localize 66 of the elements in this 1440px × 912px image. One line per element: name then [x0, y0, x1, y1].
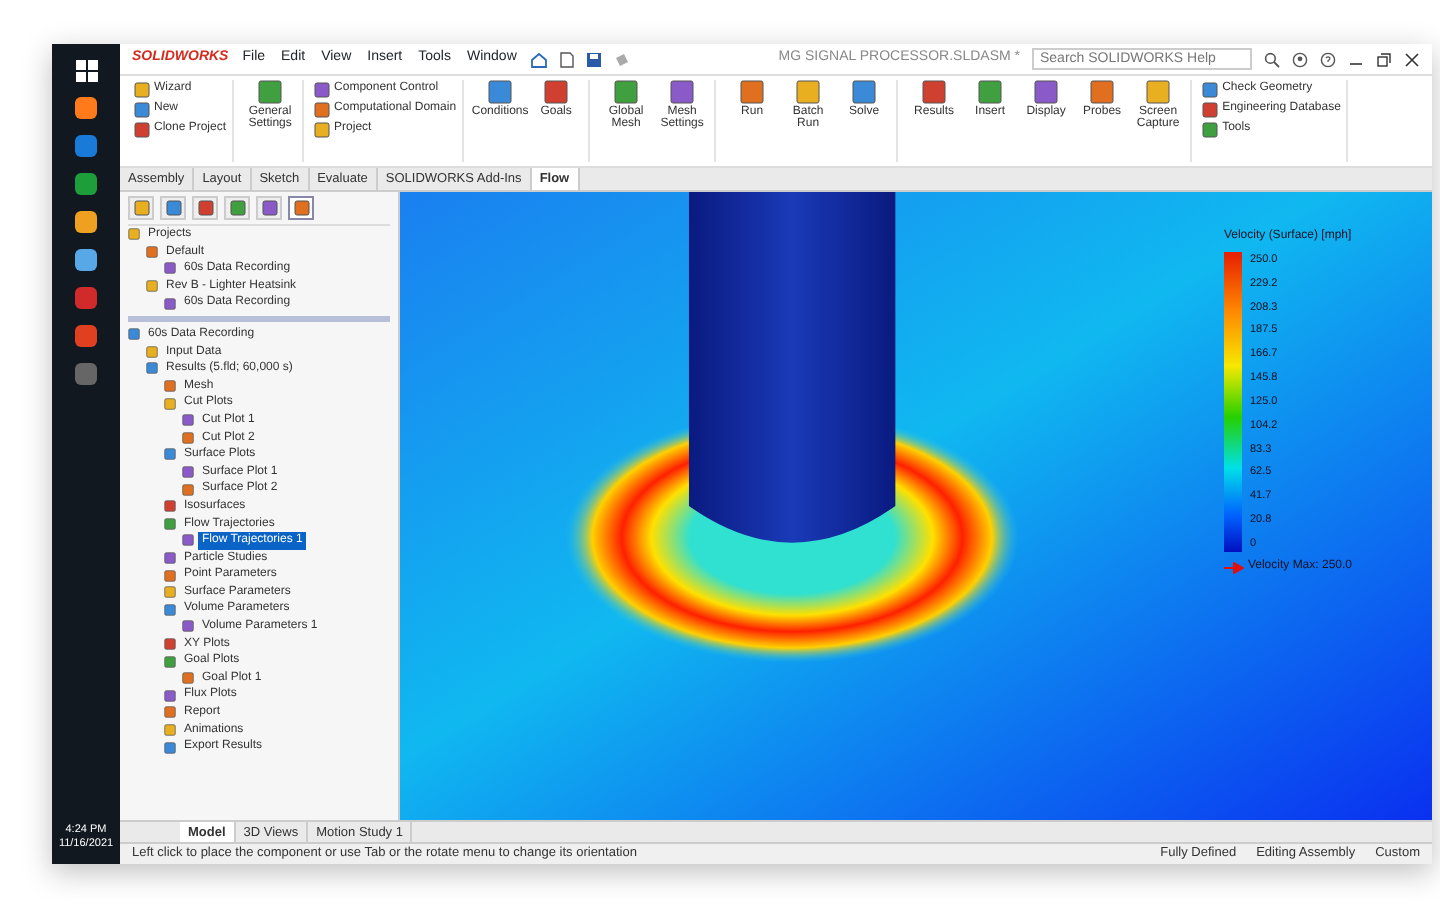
- app-icon[interactable]: [74, 324, 98, 348]
- tool-icon: [1034, 80, 1059, 104]
- marker-arrow-icon: [1223, 561, 1244, 573]
- app-icon[interactable]: [74, 248, 98, 272]
- help-icon[interactable]: [1320, 51, 1336, 67]
- app-icon[interactable]: [74, 96, 98, 120]
- save-icon[interactable]: [586, 51, 603, 67]
- tree-node-icon: [164, 500, 176, 513]
- app-icon[interactable]: [74, 172, 98, 196]
- tree-node-icon: [128, 328, 140, 341]
- tree-node-icon: [164, 689, 176, 702]
- tool-icon: [796, 80, 821, 104]
- tool-icon: [488, 80, 513, 104]
- tool-icon: [1146, 80, 1171, 104]
- tree-node-icon: [182, 483, 194, 496]
- app-icon[interactable]: [74, 134, 98, 158]
- app-icon[interactable]: [74, 210, 98, 234]
- tree-node-icon: [182, 431, 194, 444]
- tree-node-icon: [146, 245, 158, 258]
- tree-node-icon: [164, 637, 176, 650]
- panel-tab[interactable]: [256, 196, 282, 220]
- tree-node-icon: [182, 414, 194, 427]
- panel-tab[interactable]: [160, 196, 186, 220]
- tool-icon: [978, 80, 1003, 104]
- windows-start-icon[interactable]: [75, 60, 97, 82]
- restore-icon[interactable]: [1376, 51, 1392, 67]
- tree-node-icon: [164, 517, 176, 530]
- panel-tab[interactable]: [192, 196, 218, 220]
- tree-node-icon: [164, 655, 176, 668]
- panel-tab[interactable]: [128, 196, 154, 220]
- tree-node-icon: [164, 586, 176, 599]
- home-icon[interactable]: [530, 51, 549, 67]
- tree-node-icon: [164, 551, 176, 564]
- tree-node-icon: [164, 448, 176, 461]
- tree-node-icon: [164, 741, 176, 754]
- tree-node-icon: [164, 262, 176, 275]
- tree-node-icon: [164, 297, 176, 310]
- tree-node-icon: [164, 706, 176, 719]
- tool-icon: [670, 80, 695, 104]
- user-icon[interactable]: [1292, 51, 1308, 67]
- tree-node-icon: [182, 534, 194, 547]
- app-icon[interactable]: [74, 286, 98, 310]
- tool-icon: [852, 80, 877, 104]
- tree-node-icon: [164, 569, 176, 582]
- close-icon[interactable]: [1404, 51, 1420, 67]
- tree-node-icon: [164, 397, 176, 410]
- tree-node-icon: [146, 280, 158, 293]
- tree-node-icon: [128, 228, 140, 241]
- search-icon[interactable]: [1264, 51, 1280, 67]
- tree-node-icon: [146, 362, 158, 375]
- tree-node-icon: [182, 672, 194, 685]
- tree-node-icon: [164, 603, 176, 616]
- tree-node-icon: [164, 723, 176, 736]
- tool-icon: [922, 80, 947, 104]
- tool-icon: [1090, 80, 1115, 104]
- document-icon[interactable]: [560, 51, 575, 67]
- tool-icon: [544, 80, 569, 104]
- tree-node-icon: [182, 466, 194, 479]
- panel-tab[interactable]: [288, 196, 314, 220]
- tree-node-icon: [182, 620, 194, 633]
- tool-icon: [614, 80, 639, 104]
- tool-icon: [258, 80, 283, 104]
- tree-node-icon: [164, 380, 176, 393]
- panel-tab[interactable]: [224, 196, 250, 220]
- tree-node-icon: [146, 345, 158, 358]
- tool-icon: [740, 80, 765, 104]
